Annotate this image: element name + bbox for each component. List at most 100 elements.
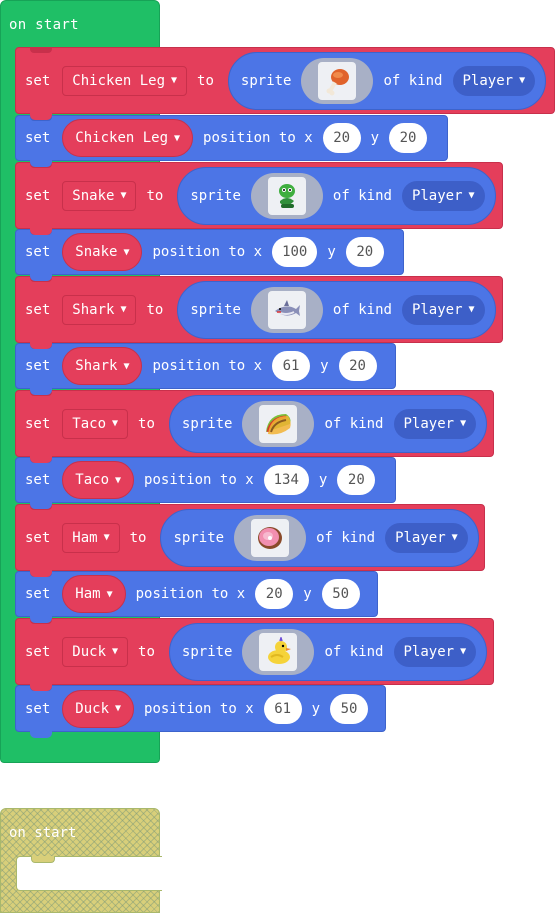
variable-dropdown-ham[interactable]: Ham ▼: [62, 575, 126, 613]
dropdown-arrow-icon: ▼: [460, 418, 467, 429]
variable-dropdown-duck[interactable]: Duck ▼: [62, 689, 135, 728]
variable-name: Ham: [75, 586, 101, 602]
set-sprite-block-taco[interactable]: set Taco ▼ to sprite of kind Player ▼: [15, 390, 494, 463]
set-position-block-duck[interactable]: set Duck ▼ position to x 61 y 50: [15, 685, 386, 738]
set-sprite-block-chicken-leg[interactable]: set Chicken Leg ▼ to sprite of kind Playe…: [15, 47, 555, 120]
kind-value: Player: [462, 72, 514, 89]
set-position-block-taco[interactable]: set Taco ▼ position to x 134 y 20: [15, 457, 396, 509]
kind-value: Player: [411, 187, 463, 204]
variable-dropdown-taco[interactable]: Taco ▼: [62, 461, 135, 499]
variable-dropdown-shark[interactable]: Shark ▼: [62, 294, 137, 325]
set-keyword: set: [25, 244, 51, 260]
kind-dropdown[interactable]: Player ▼: [385, 522, 468, 553]
variable-dropdown-shark[interactable]: Shark ▼: [62, 347, 143, 385]
x-value-input[interactable]: 20: [255, 579, 294, 609]
variable-name: Ham: [72, 529, 98, 546]
set-keyword: set: [25, 358, 51, 374]
kind-dropdown[interactable]: Player ▼: [452, 65, 536, 96]
variable-dropdown-taco[interactable]: Taco ▼: [62, 408, 129, 439]
set-sprite-block-snake[interactable]: set Snake ▼ to sprite of kind Player ▼: [15, 162, 503, 235]
x-value-input[interactable]: 100: [272, 237, 318, 267]
sprite-create-block[interactable]: sprite of kind Player ▼: [160, 508, 479, 567]
sprite-create-block[interactable]: sprite of kind Player ▼: [177, 280, 496, 339]
dropdown-arrow-icon: ▼: [468, 304, 475, 315]
variable-dropdown-duck[interactable]: Duck ▼: [62, 636, 129, 667]
set-position-block-snake[interactable]: set Snake ▼ position to x 100 y 20: [15, 229, 404, 281]
y-value-input[interactable]: 20: [345, 237, 384, 267]
kind-dropdown[interactable]: Player ▼: [401, 180, 485, 211]
variable-dropdown-snake[interactable]: Snake ▼: [62, 233, 143, 271]
y-value-input[interactable]: 50: [330, 693, 369, 724]
x-value-input[interactable]: 134: [263, 465, 309, 495]
dropdown-arrow-icon: ▼: [451, 532, 458, 543]
sprite-image-picker[interactable]: [242, 628, 315, 675]
dropdown-arrow-icon: ▼: [103, 532, 110, 543]
empty-statement-slot: [16, 856, 162, 891]
variable-name: Taco: [72, 415, 107, 432]
on-start-label: on start: [9, 17, 79, 33]
of-kind-keyword: of kind: [316, 529, 376, 546]
kind-dropdown[interactable]: Player ▼: [401, 294, 485, 325]
to-keyword: to: [146, 187, 164, 204]
x-value-input[interactable]: 20: [322, 123, 361, 153]
ghost-on-start-label: on start: [9, 825, 77, 841]
dropdown-arrow-icon: ▼: [171, 75, 178, 86]
sprite-image-picker[interactable]: [301, 57, 374, 104]
kind-value: Player: [403, 415, 455, 432]
variable-name: Shark: [75, 358, 118, 374]
set-sprite-block-duck[interactable]: set Duck ▼ to sprite of kind Player ▼: [15, 618, 494, 691]
set-keyword: set: [25, 586, 51, 602]
of-kind-keyword: of kind: [383, 72, 443, 89]
sprite-image-picker[interactable]: [250, 286, 323, 333]
set-position-block-shark[interactable]: set Shark ▼ position to x 61 y 20: [15, 343, 396, 395]
sprite-image-picker[interactable]: [250, 172, 323, 219]
set-keyword: set: [25, 529, 51, 546]
y-value-input[interactable]: 20: [338, 351, 377, 381]
dropdown-arrow-icon: ▼: [115, 703, 122, 714]
ham-icon: [258, 526, 283, 549]
variable-name: Duck: [72, 643, 107, 660]
sprite-keyword: sprite: [181, 643, 233, 660]
variable-name: Snake: [75, 244, 118, 260]
kind-dropdown[interactable]: Player ▼: [393, 636, 477, 667]
sprite-keyword: sprite: [181, 415, 233, 432]
sprite-keyword: sprite: [173, 529, 225, 546]
set-sprite-block-ham[interactable]: set Ham ▼ to sprite of kind Player ▼: [15, 504, 485, 577]
y-keyword: y: [303, 586, 312, 602]
dropdown-arrow-icon: ▼: [106, 588, 113, 600]
set-position-block-ham[interactable]: set Ham ▼ position to x 20 y 50: [15, 571, 378, 623]
set-keyword: set: [25, 700, 51, 717]
variable-dropdown-chicken-leg[interactable]: Chicken Leg ▼: [62, 65, 188, 96]
to-keyword: to: [197, 72, 214, 89]
set-position-block-chicken-leg[interactable]: set Chicken Leg ▼ position to x 20 y 20: [15, 115, 448, 167]
to-keyword: to: [129, 529, 147, 546]
of-kind-keyword: of kind: [324, 643, 384, 660]
sprite-keyword: sprite: [190, 301, 241, 318]
x-value-input[interactable]: 61: [263, 693, 302, 724]
position-keyword: position to x: [144, 700, 254, 717]
kind-dropdown[interactable]: Player ▼: [393, 408, 477, 439]
position-keyword: position to x: [135, 586, 246, 602]
y-keyword: y: [320, 358, 329, 374]
dropdown-arrow-icon: ▼: [115, 474, 122, 486]
variable-dropdown-chicken-leg[interactable]: Chicken Leg ▼: [62, 119, 194, 157]
sprite-create-block[interactable]: sprite of kind Player ▼: [227, 51, 547, 110]
y-value-input[interactable]: 20: [389, 123, 428, 153]
y-value-input[interactable]: 20: [337, 465, 376, 495]
sprite-create-block[interactable]: sprite of kind Player ▼: [168, 394, 488, 453]
variable-dropdown-ham[interactable]: Ham ▼: [62, 522, 120, 553]
sprite-image-picker[interactable]: [234, 514, 307, 561]
set-sprite-block-shark[interactable]: set Shark ▼ to sprite of kind Player ▼: [15, 276, 503, 349]
variable-dropdown-snake[interactable]: Snake ▼: [62, 180, 137, 211]
variable-name: Duck: [75, 700, 110, 717]
disabled-on-start-block[interactable]: on start: [0, 808, 162, 913]
sprite-keyword: sprite: [240, 72, 292, 89]
of-kind-keyword: of kind: [332, 301, 392, 318]
sprite-create-block[interactable]: sprite of kind Player ▼: [168, 622, 488, 681]
sprite-create-block[interactable]: sprite of kind Player ▼: [177, 166, 496, 225]
sprite-image-picker[interactable]: [242, 400, 315, 447]
variable-name: Shark: [72, 301, 115, 318]
y-value-input[interactable]: 50: [321, 579, 360, 609]
x-value-input[interactable]: 61: [272, 351, 311, 381]
kind-value: Player: [411, 301, 463, 318]
